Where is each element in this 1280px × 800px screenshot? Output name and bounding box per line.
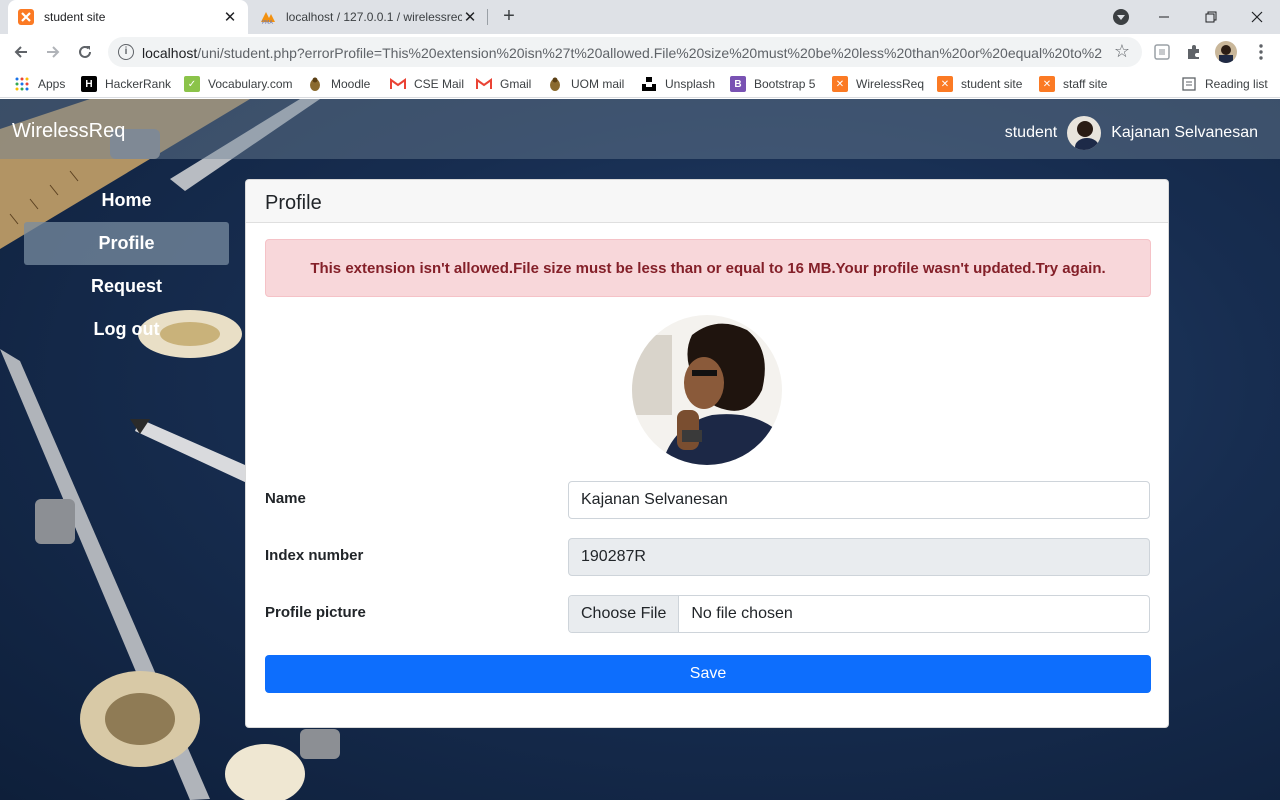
bookmark-label: Unsplash [665,77,716,91]
bookmark-vocabulary[interactable]: ✓ Vocabulary.com [184,76,293,92]
minimize-button[interactable] [1141,0,1187,34]
profile-picture-label: Profile picture [265,604,366,621]
phpmyadmin-icon: PMA [260,9,276,26]
page-background: WirelessReq student Kajanan Selvanesan H… [0,99,1280,800]
browser-toolbar: i localhost/uni/student.php?errorProfile… [0,34,1280,70]
uom-crest-icon [547,76,563,92]
xampp-icon: ✕ [832,76,848,92]
bookmark-cse-mail[interactable]: CSE Mail [390,76,464,92]
bookmark-moodle[interactable]: Moodle [307,76,370,92]
bookmark-label: student site [961,77,1023,91]
tab-divider [487,9,488,25]
url-text: localhost/uni/student.php?errorProfile=T… [142,45,1102,61]
apps-grid-icon [14,76,30,92]
xampp-icon [18,9,34,25]
bootstrap-icon: B [730,76,746,92]
close-window-button[interactable] [1234,0,1280,34]
bookmark-hackerrank[interactable]: H HackerRank [81,76,171,92]
extension-icon[interactable] [1153,43,1171,61]
xampp-icon: ✕ [1039,76,1055,92]
profile-avatar-icon[interactable] [1215,41,1237,63]
sidebar-item-logout[interactable]: Log out [24,308,229,351]
profile-card: Profile This extension isn't allowed.Fil… [245,179,1169,728]
restore-button[interactable] [1188,0,1234,34]
top-navbar: WirelessReq student Kajanan Selvanesan [0,99,1280,159]
address-bar[interactable]: i localhost/uni/student.php?errorProfile… [108,37,1142,67]
xampp-icon: ✕ [937,76,953,92]
error-alert: This extension isn't allowed.File size m… [265,239,1151,297]
vocabulary-check-icon: ✓ [184,76,200,92]
browser-tab-phpmyadmin[interactable]: PMA localhost / 127.0.0.1 / wirelessrec … [250,0,488,34]
bookmark-label: Bootstrap 5 [754,77,816,91]
new-tab-button[interactable]: + [499,6,519,26]
unsplash-icon [641,76,657,92]
tab-title: localhost / 127.0.0.1 / wirelessrec [286,10,462,24]
user-name: Kajanan Selvanesan [1111,124,1258,141]
save-button[interactable]: Save [265,655,1151,693]
reading-list-icon [1181,76,1197,92]
index-number-input: 190287R [568,538,1150,576]
bookmark-student-site[interactable]: ✕ student site [937,76,1022,92]
user-avatar [1067,116,1102,150]
tab-search-icon[interactable] [1113,9,1129,25]
bookmark-label: Vocabulary.com [208,77,293,91]
reload-icon[interactable] [74,41,96,63]
user-role: student [1004,124,1058,141]
gmail-icon [476,76,492,92]
close-tab-icon[interactable]: ✕ [462,8,478,26]
browser-tabstrip: student site ✕ PMA localhost / 127.0.0.1… [0,0,1280,34]
reading-list-label: Reading list [1205,77,1268,91]
bookmark-bootstrap[interactable]: B Bootstrap 5 [730,76,815,92]
bookmark-label: Gmail [500,77,532,91]
card-title: Profile [246,180,1168,223]
bookmark-label: Apps [38,77,66,91]
bookmark-gmail[interactable]: Gmail [476,76,531,92]
brand-logo[interactable]: WirelessReq [12,120,125,143]
profile-picture-file-input[interactable]: Choose File No file chosen [568,595,1150,633]
name-input[interactable]: Kajanan Selvanesan [568,481,1150,519]
index-number-label: Index number [265,547,364,564]
svg-text:PMA: PMA [262,20,273,25]
browser-tab-student-site[interactable]: student site ✕ [8,0,248,34]
bookmark-label: UOM mail [571,77,625,91]
back-icon[interactable] [10,41,32,63]
browser-menu-icon[interactable] [1252,43,1270,61]
reading-list-button[interactable]: Reading list [1181,76,1268,92]
bookmark-unsplash[interactable]: Unsplash [641,76,715,92]
tab-title: student site [44,10,106,24]
sidebar-item-request[interactable]: Request [24,265,229,308]
bookmark-label: HackerRank [105,77,172,91]
bookmark-label: Moodle [331,77,371,91]
bookmark-label: CSE Mail [414,77,465,91]
bookmark-label: staff site [1063,77,1108,91]
gmail-icon [390,76,406,92]
user-menu[interactable]: student Kajanan Selvanesan [1005,116,1258,150]
bookmark-label: WirelessReq [856,77,925,91]
name-label: Name [265,490,306,507]
profile-picture [632,315,782,465]
sidebar-item-home[interactable]: Home [24,179,229,222]
bookmark-staff-site[interactable]: ✕ staff site [1039,76,1107,92]
site-info-icon[interactable]: i [118,44,134,60]
file-status-text: No file chosen [691,605,793,622]
forward-icon[interactable] [42,41,64,63]
bookmark-apps[interactable]: Apps [14,76,65,92]
uom-crest-icon [307,76,323,92]
hackerrank-icon: H [81,76,97,92]
sidebar-item-profile[interactable]: Profile [24,222,229,265]
bookmark-star-icon[interactable]: ☆ [1114,41,1130,62]
extensions-puzzle-icon[interactable] [1185,43,1203,61]
bookmark-uom-mail[interactable]: UOM mail [547,76,624,92]
choose-file-button[interactable]: Choose File [569,596,680,632]
close-tab-icon[interactable]: ✕ [222,8,238,26]
sidebar-nav: Home Profile Request Log out [24,179,229,351]
bookmarks-bar: Apps H HackerRank ✓ Vocabulary.com Moodl… [0,70,1280,98]
bookmark-wirelessreq[interactable]: ✕ WirelessReq [832,76,924,92]
